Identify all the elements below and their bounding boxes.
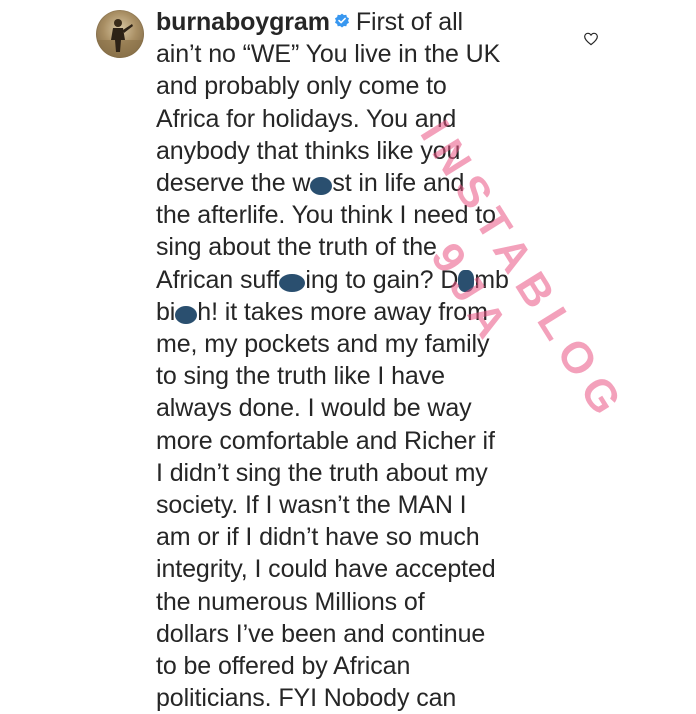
- comment-text-segment: First of all: [355, 8, 463, 36]
- comment-text-segment: h! it takes more away from: [197, 297, 488, 326]
- comment-text-segment: st in life and: [332, 169, 465, 198]
- censor-blot: [175, 305, 198, 324]
- comment-line: African suff ing to gain? D mb: [156, 264, 576, 296]
- censor-blot: [458, 269, 475, 292]
- comment-line: sing about the truth of the: [156, 233, 437, 262]
- comment-line: dollars I’ve been and continue: [156, 619, 486, 648]
- instagram-comment: burnaboygram First of all ain’t no “WE” …: [0, 0, 696, 712]
- comment-line: to sing the truth like I have: [156, 362, 445, 391]
- comment-text-segment: mb: [474, 265, 509, 294]
- comment-username[interactable]: burnaboygram: [156, 8, 330, 36]
- comment-line: ain’t no “WE” You live in the UK: [156, 40, 501, 69]
- comment-line: am or if I didn’t have so much: [156, 523, 480, 552]
- comment-text-segment: ing to gain? D: [305, 265, 459, 294]
- censor-blot: [279, 273, 306, 292]
- comment-line: bi h! it takes more away from: [156, 296, 576, 328]
- comment-text-segment: deserve the w: [156, 169, 311, 198]
- comment-text-segment: African suff: [156, 265, 280, 294]
- comment-line: Africa for holidays. You and: [156, 104, 457, 133]
- censor-blot: [310, 177, 333, 196]
- comment-line: always done. I would be way: [156, 394, 472, 423]
- comment-text-segment: bi: [156, 297, 176, 326]
- comment-line: integrity, I could have accepted: [156, 555, 496, 584]
- comment-line: and probably only come to: [156, 72, 447, 101]
- comment-line: I didn’t sing the truth about my: [156, 458, 488, 487]
- comment-line: more comfortable and Richer if: [156, 426, 495, 455]
- comment-line: to be offered by African: [156, 652, 411, 681]
- comment-line: me, my pockets and my family: [156, 330, 490, 359]
- comment-line: the numerous Millions of: [156, 587, 425, 616]
- comment-line: deserve the w st in life and: [156, 167, 576, 199]
- comment-line: anybody that thinks like you: [156, 136, 461, 165]
- heart-outline-icon[interactable]: [583, 31, 599, 47]
- comment-text: burnaboygram First of all ain’t no “WE” …: [156, 6, 576, 714]
- comment-line: society. If I wasn’t the MAN I: [156, 491, 467, 520]
- verified-badge-icon: [334, 13, 349, 28]
- avatar-figure-icon: [96, 19, 144, 58]
- comment-line: burnaboygram First of all: [156, 6, 576, 38]
- comment-line: politicians. FYI Nobody can: [156, 684, 457, 713]
- comment-line: the afterlife. You think I need to: [156, 201, 496, 230]
- avatar[interactable]: [96, 10, 144, 58]
